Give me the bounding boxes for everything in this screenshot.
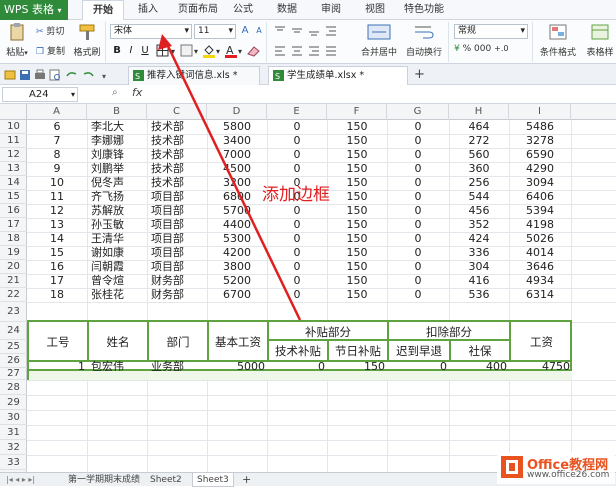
- annotation-text: 添加边框: [262, 185, 330, 205]
- annotation-arrow: [158, 34, 302, 321]
- sheet-tab-sheet2[interactable]: Sheet2: [146, 473, 186, 487]
- watermark-url: www.office26.com: [527, 470, 610, 480]
- sheet-nav-icons[interactable]: |◂ ◂ ▸ ▸|: [2, 473, 39, 487]
- sheet-tab-sheet3[interactable]: Sheet3: [192, 473, 234, 487]
- office-logo-icon: [501, 456, 523, 478]
- add-sheet-plus-icon[interactable]: +: [238, 473, 255, 487]
- watermark: Office教程网 www.office26.com: [497, 452, 615, 484]
- sheet-tab-first-term[interactable]: 第一学期期末成绩: [64, 473, 144, 487]
